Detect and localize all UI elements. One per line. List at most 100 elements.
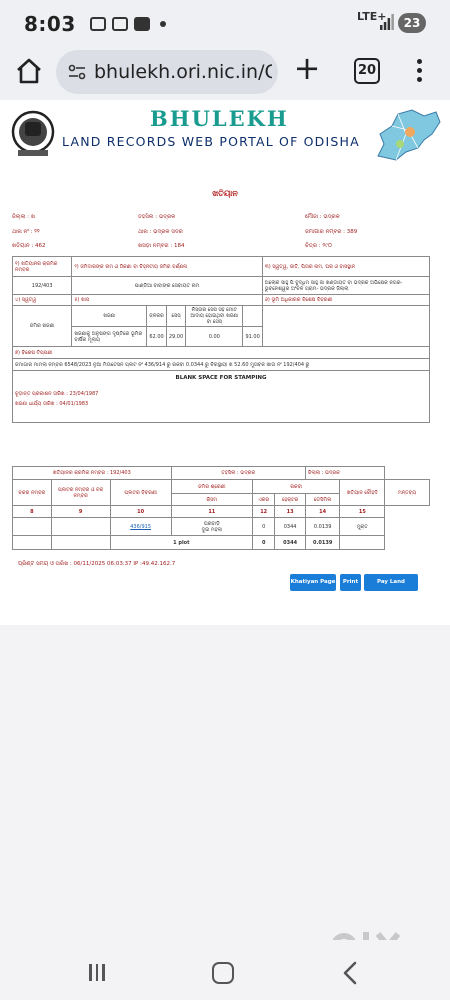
col-num-12: 12 bbox=[251, 505, 276, 518]
plot-remarks: ମୁକ୍ତ bbox=[339, 517, 386, 536]
print-button[interactable]: Print bbox=[340, 574, 361, 591]
col-num-8: 8 bbox=[12, 505, 52, 518]
col-header-10: ପ୍ଲଟର ବିବରଣୀ bbox=[109, 479, 172, 506]
header-owner-details: ୨) ଜମିଦାରଙ୍କ ନାମ ଓ ଠିକଣା ବା ଚିହ୍ନଟୀୟ ଜମି… bbox=[71, 256, 263, 277]
rent-subheader-4: ନିସ୍ତାର ସେସ ସହ ମୋଟ ଆଦାୟ ହୋଇଥିବା ଖଜଣା ବା … bbox=[185, 305, 244, 327]
clock: 8:03 bbox=[24, 12, 76, 36]
site-header: BHULEKH LAND RECORDS WEB PORTAL OF ODISH… bbox=[0, 100, 450, 172]
rent-label: ଜମିର ଖଜଣା bbox=[11, 305, 73, 347]
col-header-15: ମନ୍ତବ୍ୟ bbox=[384, 479, 430, 506]
stamping-area: BLANK SPACE FOR STAMPING ଚୂଡ଼ାନ୍ତ ପ୍ରକାଶ… bbox=[12, 370, 430, 423]
rent-subheader-5 bbox=[242, 305, 263, 327]
document-title: ଖତିୟାନ bbox=[212, 189, 238, 198]
portal-title: LAND RECORDS WEB PORTAL OF ODISHA bbox=[62, 134, 360, 149]
back-icon[interactable] bbox=[340, 960, 360, 986]
header-remarks: ୭) ବିଶେଷ ଟିପ୍ପଣୀ bbox=[12, 346, 430, 359]
meta-khatiyan: ଖତିୟାନ : 462 bbox=[12, 243, 46, 249]
meta-village: ମୌଜା : ଭଦ୍ରକ bbox=[305, 214, 340, 220]
meta-ps-no: ଜମାଗାର ନମ୍ବର : 389 bbox=[305, 229, 358, 235]
notification-icons bbox=[90, 15, 166, 33]
header-tenant-details: ୩) ସ୍ୱତ୍ୱ, ଜାତି, ପିତାର ନାମ, ଘର ଓ ବାସସ୍ଥା… bbox=[261, 256, 431, 277]
home-nav-icon[interactable] bbox=[212, 962, 234, 984]
col-header-14: ଖତିୟାନ ଚୌହଦି bbox=[339, 479, 386, 506]
final-publication-date: ଚୂଡ଼ାନ୍ତ ପ୍ରକାଶନ ତାରିଖ : 23/04/1987 bbox=[15, 391, 99, 397]
meta-tahasil: ତହସିଲ : ଭଦ୍ରକ bbox=[138, 214, 176, 220]
rent-value-1: 62.00 bbox=[146, 326, 167, 347]
rent-value-2: 29.00 bbox=[165, 326, 187, 347]
plot-number-link[interactable]: 436/915 bbox=[109, 517, 172, 536]
plot-kism: ଘରବାଡ଼ି ଦୁଇ ମହଲା bbox=[170, 517, 254, 536]
header-khas: ୫) ଖାସ bbox=[71, 294, 263, 306]
odisha-map-icon bbox=[377, 109, 441, 161]
screenshot-icon bbox=[90, 17, 106, 31]
recent-apps-icon[interactable] bbox=[88, 964, 106, 982]
android-nav-bar bbox=[0, 940, 450, 1000]
plot-district-header: ଜିଲ୍ଲା : ଭଦ୍ରକ bbox=[304, 466, 386, 480]
table-row: 436/915 ଘରବାଡ଼ି ଦୁଇ ମହଲା 0 0344 0.0139 ମ… bbox=[12, 517, 430, 536]
web-page: BHULEKH LAND RECORDS WEB PORTAL OF ODISH… bbox=[0, 100, 450, 625]
meta-thana-name: ଥାନା : ଭଦ୍ରକ ସଦର bbox=[138, 229, 183, 235]
special-rights-value bbox=[261, 305, 431, 347]
col-header-9: ପ୍ଲଟର ନମ୍ବର ଓ ଚକ ନମ୍ବର bbox=[50, 479, 111, 506]
col-num-11: 11 bbox=[170, 505, 254, 518]
plot-details-table: ଖତିୟାନର କ୍ରମିକ ନମ୍ବର : 192/403 ତହସିଲ : ଭ… bbox=[12, 466, 430, 550]
plot-kism-sub: ଦୁଇ ମହଲା bbox=[201, 526, 222, 533]
total-acre: 0 bbox=[251, 535, 276, 550]
col-num-10: 10 bbox=[109, 505, 172, 518]
khatiyan-page-button[interactable]: Khatiyan Page bbox=[290, 574, 336, 591]
youtube-icon bbox=[134, 17, 150, 31]
col-num-9: 9 bbox=[50, 505, 111, 518]
new-tab-button[interactable]: + bbox=[292, 52, 322, 84]
column-number-row: 8 9 10 11 12 13 14 15 bbox=[12, 505, 430, 518]
browser-toolbar: bhulekh.ori.nic.in/C + 20 bbox=[0, 44, 450, 100]
tax-date: ଖଜଣା ଧାର୍ଯ୍ୟ ତାରିଖ : 04/01/1983 bbox=[15, 401, 89, 407]
col-header-12: ଏକର bbox=[251, 493, 276, 506]
rent-subheader-2: ଜଳକର bbox=[146, 305, 167, 327]
rent-subheader-1: ଖଜଣା bbox=[71, 305, 148, 327]
rent-subheader-3: ସେସ୍ bbox=[165, 305, 187, 327]
address-bar[interactable]: bhulekh.ori.nic.in/C bbox=[56, 50, 278, 94]
col-num-15: 15 bbox=[339, 505, 386, 518]
url-text[interactable]: bhulekh.ori.nic.in/C bbox=[94, 61, 272, 83]
screen: 8:03 LTE+ 23 bhulekh.ori.nic.in/C + 20 B… bbox=[0, 0, 450, 1000]
total-hectare: 0344 bbox=[274, 535, 306, 550]
print-timestamp: ପ୍ରିଣ୍ଟ ସମୟ ଓ ତାରିଖ : 06/11/2025 06:03:3… bbox=[18, 561, 176, 567]
status-bar: 8:03 LTE+ 23 bbox=[0, 0, 450, 44]
header-khatiyan-serial: ୧) ଖତିୟାନର କ୍ରମିକ ନମ୍ବର bbox=[11, 256, 73, 277]
meta-thana-no: ଥାନା ନଂ : ୨୨ bbox=[12, 229, 40, 235]
col-num-13: 13 bbox=[274, 505, 306, 518]
rent-value-3: 0.00 bbox=[185, 326, 244, 347]
more-notifications-icon bbox=[160, 21, 166, 27]
rent-value-4: 91.00 bbox=[242, 326, 263, 347]
plot-hectare: 0344 bbox=[274, 517, 306, 536]
odisha-emblem-logo bbox=[11, 110, 55, 156]
site-settings-icon[interactable] bbox=[68, 64, 86, 80]
more-menu-icon[interactable] bbox=[414, 56, 424, 86]
scan-icon bbox=[112, 17, 128, 31]
pay-land-revenue-button[interactable]: Pay Land Revenue bbox=[364, 574, 418, 602]
col-header-11-sub: କିସମ bbox=[170, 493, 254, 506]
col-num-14: 14 bbox=[304, 505, 341, 518]
total-plots: 1 plot bbox=[109, 535, 254, 550]
header-special-rights: ୬) ଭୂମି ଅଧିକାରର ବିଶେଷ ବିବରଣୀ bbox=[261, 294, 431, 306]
plot-block-header: ଖତିୟାନର କ୍ରମିକ ନମ୍ବର : 192/403 bbox=[12, 466, 172, 480]
brand-logo-text: BHULEKH bbox=[150, 106, 289, 131]
col-header-8: ଚକର ନମ୍ବର bbox=[12, 479, 52, 506]
plot-tahasil-header: ତହସିଲ : ଭଦ୍ରକ bbox=[170, 466, 306, 480]
meta-chaka: ଚିତ୍ର : ୨୯୦ bbox=[305, 243, 332, 249]
cell-owner-value: ପାଣ୍ଡିଆ ବାବାଙ୍କ ସେବାୟତ ନାମ bbox=[71, 276, 263, 295]
header-right: ୪) ସ୍ୱତ୍ୱ bbox=[11, 294, 73, 306]
plot-decimal: 0.0139 bbox=[304, 517, 341, 536]
home-icon[interactable] bbox=[14, 56, 44, 86]
tab-switcher-button[interactable]: 20 bbox=[354, 58, 380, 84]
battery-indicator: 23 bbox=[398, 13, 426, 33]
cell-serial-value: 192/403 bbox=[11, 276, 73, 295]
col-header-13: ହେକ୍ଟର bbox=[274, 493, 306, 506]
cell-tenant-value: ଅଲୋକ ସାହୁ ପି ବୁଦ୍ଧିମ ସାହୁ ଜା ଖଣ୍ଡାୟତ ବା … bbox=[261, 276, 431, 295]
khatiyan-details-table: ୧) ଖତିୟାନର କ୍ରମିକ ନମ୍ବର ୨) ଜମିଦାରଙ୍କ ନାମ… bbox=[11, 256, 431, 423]
plot-acre: 0 bbox=[251, 517, 276, 536]
col-header-13b: ଡେସିମିଲ bbox=[304, 493, 341, 506]
meta-plot-no: ଖସଡ଼ା ନମ୍ବର : 184 bbox=[138, 243, 185, 249]
remarks-text: ଜମାଗାର ମାମଲା ନମ୍ବର 6548/2023 ନୁଆ ମିଉଟେସନ… bbox=[12, 358, 430, 371]
total-row: 1 plot 0 0344 0.0139 bbox=[12, 535, 430, 550]
